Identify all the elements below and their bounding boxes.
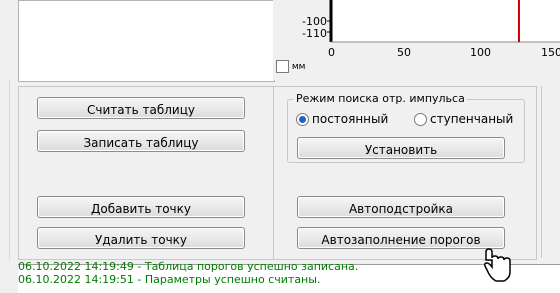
y-tick-label: -110 [302,27,327,40]
x-tick-label: 100 [470,46,491,59]
chart-svg [327,0,560,43]
radio-constant-label: постоянный [312,112,389,126]
radio-stepped-indicator[interactable] [414,113,427,126]
units-checkbox-label: мм [291,62,306,72]
radio-stepped-label: ступенчаный [430,112,514,126]
add-point-button[interactable]: Добавить точку [37,196,245,218]
x-tick-label: 0 [328,46,335,59]
left-top-panel [18,0,275,82]
units-checkbox-wrap[interactable]: мм [276,60,305,73]
right-edge-divider [541,86,542,258]
x-tick-label: 50 [397,46,411,59]
radio-stepped[interactable]: ступенчаный [414,112,513,126]
radio-constant-indicator[interactable] [296,113,309,126]
write-table-button[interactable]: Записать таблицу [37,130,245,152]
units-checkbox[interactable] [276,60,289,73]
mouse-pointer-icon [484,248,511,282]
log-line: 06.10.2022 14:19:51 - Параметры успешно … [18,273,321,286]
log-line: 06.10.2022 14:19:49 - Таблица порогов ус… [18,260,359,273]
left-border [9,80,10,260]
x-tick-label: 150 [541,46,560,59]
autofill-thresholds-button[interactable]: Автозаполнение порогов [297,227,505,249]
autotune-button[interactable]: Автоподстройка [297,196,505,218]
delete-point-button[interactable]: Удалить точку [37,227,245,249]
log-panel: 06.10.2022 14:19:49 - Таблица порогов ус… [18,260,560,293]
set-button[interactable]: Установить [297,137,505,159]
pulse-mode-title: Режим поиска отр. импульса [294,92,467,105]
radio-constant[interactable]: постоянный [296,112,388,126]
chart-area: -100 -110 0 50 100 150 мм [273,0,560,80]
read-table-button[interactable]: Считать таблицу [37,97,245,119]
